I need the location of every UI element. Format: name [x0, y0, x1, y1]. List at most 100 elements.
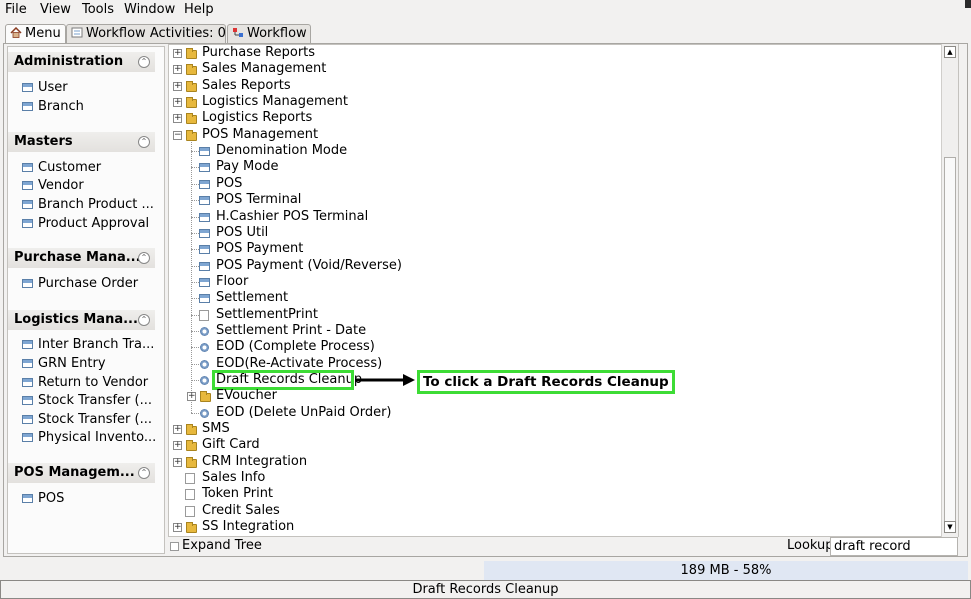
- collapse-chevron-icon[interactable]: ⌃: [138, 314, 150, 326]
- tree-row[interactable]: POS Terminal: [169, 192, 929, 208]
- scroll-thumb[interactable]: [944, 157, 956, 525]
- menu-bar: File View Tools Window Help: [0, 0, 971, 22]
- tab-menu[interactable]: Menu: [5, 24, 66, 45]
- tree-row[interactable]: + Sales Reports: [169, 78, 929, 94]
- tree-item-label: Gift Card: [202, 437, 260, 453]
- expand-icon[interactable]: +: [173, 49, 182, 58]
- window-icon: [22, 181, 33, 190]
- arrow-right-icon: [355, 374, 415, 386]
- sidebar-item-label: Stock Transfer (...: [38, 393, 152, 408]
- tree-row[interactable]: Token Print: [169, 486, 929, 502]
- process-gear-icon: [200, 326, 209, 336]
- tree-row[interactable]: POS Util: [169, 225, 929, 241]
- tree-row[interactable]: + Logistics Management: [169, 94, 929, 110]
- collapse-icon[interactable]: −: [173, 130, 182, 140]
- lookup-input[interactable]: [830, 537, 958, 556]
- tree-row[interactable]: + SS Integration: [169, 519, 929, 535]
- sidebar-section-title: Purchase Mana...: [14, 250, 141, 265]
- tree-row[interactable]: + CRM Integration: [169, 454, 929, 470]
- tree-row[interactable]: POS Payment (Void/Reverse): [169, 258, 929, 274]
- window-icon: [22, 200, 33, 209]
- expand-icon[interactable]: +: [187, 392, 196, 402]
- collapse-chevron-icon[interactable]: ⌃: [138, 136, 150, 148]
- menu-tree[interactable]: + Purchase Reports + Sales Management + Sales…: [168, 44, 959, 537]
- sidebar-section-header[interactable]: POS Managem... ⌃: [8, 463, 155, 483]
- report-icon: [185, 489, 195, 501]
- tree-row[interactable]: H.Cashier POS Terminal: [169, 209, 929, 225]
- sidebar-item-label: Purchase Order: [38, 276, 139, 291]
- window-icon: [22, 219, 33, 228]
- tree-row[interactable]: POS Payment: [169, 241, 929, 257]
- tree-row[interactable]: + Gift Card: [169, 437, 929, 453]
- tree-row[interactable]: Pay Mode: [169, 159, 929, 175]
- menu-window[interactable]: Window: [124, 2, 175, 17]
- menu-help[interactable]: Help: [184, 2, 214, 17]
- sidebar-section-header[interactable]: Logistics Mana... ⌃: [8, 310, 155, 330]
- tree-row[interactable]: Settlement: [169, 290, 929, 306]
- window-icon: [199, 163, 210, 173]
- tree-item-label: EVoucher: [216, 388, 278, 404]
- tree-row[interactable]: POS: [169, 176, 929, 192]
- tree-item-label: POS Management: [202, 126, 319, 142]
- tree-row[interactable]: − POS Management: [169, 127, 929, 143]
- sidebar-section-header[interactable]: Masters ⌃: [8, 132, 155, 152]
- expand-icon[interactable]: +: [173, 81, 182, 91]
- collapse-chevron-icon[interactable]: ⌃: [138, 467, 150, 479]
- status-bar: Draft Records Cleanup: [0, 580, 971, 599]
- expand-icon[interactable]: +: [173, 65, 182, 75]
- sidebar-item-label: Vendor: [38, 178, 84, 193]
- tree-row[interactable]: Denomination Mode: [169, 143, 929, 159]
- tree-row[interactable]: EOD (Complete Process): [169, 339, 929, 355]
- sidebar-section-header[interactable]: Administration ⌃: [8, 52, 155, 72]
- tree-row[interactable]: Sales Info: [169, 470, 929, 486]
- menu-file[interactable]: File: [5, 2, 27, 17]
- tree-item-label: SS Integration: [202, 519, 295, 535]
- expand-icon[interactable]: +: [173, 425, 182, 435]
- tree-row[interactable]: Floor: [169, 274, 929, 290]
- tree-item-label: Logistics Reports: [202, 110, 313, 126]
- tree-item-label: Purchase Reports: [202, 45, 316, 60]
- sidebar-item-label: GRN Entry: [38, 356, 106, 371]
- tree-row[interactable]: + Sales Management: [169, 61, 929, 77]
- tree-row[interactable]: + EVoucher: [169, 388, 929, 404]
- window-icon: [199, 228, 210, 238]
- tree-item-label: Credit Sales: [202, 502, 280, 518]
- window-icon: [22, 494, 33, 503]
- tree-row[interactable]: SettlementPrint: [169, 307, 929, 323]
- scroll-down-arrow-icon[interactable]: ▼: [944, 521, 956, 533]
- collapse-chevron-icon[interactable]: ⌃: [138, 252, 150, 264]
- folder-icon: [186, 522, 197, 534]
- checkbox-icon[interactable]: [170, 542, 179, 551]
- collapse-chevron-icon[interactable]: ⌃: [138, 56, 150, 68]
- menu-tools[interactable]: Tools: [82, 2, 114, 17]
- tab-workflow[interactable]: Workflow: [227, 24, 311, 44]
- tree-row[interactable]: + Purchase Reports: [169, 45, 929, 61]
- window-icon: [199, 196, 210, 206]
- tree-scrollbar[interactable]: ▲ ▼: [941, 44, 958, 537]
- tab-workflow-activities[interactable]: Workflow Activities: 0: [66, 24, 226, 44]
- memory-indicator: 189 MB - 58%: [484, 561, 968, 580]
- tree-item-label: EOD(Re-Activate Process): [216, 355, 383, 371]
- tree-row[interactable]: EOD (Delete UnPaid Order): [169, 405, 929, 421]
- expand-icon[interactable]: +: [173, 114, 182, 124]
- list-icon: [71, 27, 83, 38]
- menu-view[interactable]: View: [40, 2, 71, 17]
- tree-row[interactable]: + Logistics Reports: [169, 110, 929, 126]
- tree-item-label: Denomination Mode: [216, 143, 348, 159]
- tree-row[interactable]: Credit Sales: [169, 503, 929, 519]
- tree-item-label: POS Payment: [216, 241, 304, 257]
- expand-icon[interactable]: +: [173, 98, 182, 108]
- tree-row[interactable]: + SMS: [169, 421, 929, 437]
- expand-icon[interactable]: +: [173, 441, 182, 451]
- memory-text: 189 MB - 58%: [680, 563, 772, 578]
- sidebar-section-header[interactable]: Purchase Mana... ⌃: [8, 248, 155, 268]
- sidebar-item-label: User: [38, 80, 68, 95]
- tree-row[interactable]: Settlement Print - Date: [169, 323, 929, 339]
- tree-item-label: CRM Integration: [202, 453, 308, 469]
- expand-icon[interactable]: +: [173, 523, 182, 533]
- tab-row: Menu Workflow Activities: 0 Workflow: [0, 22, 971, 45]
- tree-item-label: POS Payment (Void/Reverse): [216, 257, 402, 273]
- folder-icon: [186, 80, 197, 92]
- expand-icon[interactable]: +: [173, 457, 182, 467]
- scroll-up-arrow-icon[interactable]: ▲: [944, 46, 956, 58]
